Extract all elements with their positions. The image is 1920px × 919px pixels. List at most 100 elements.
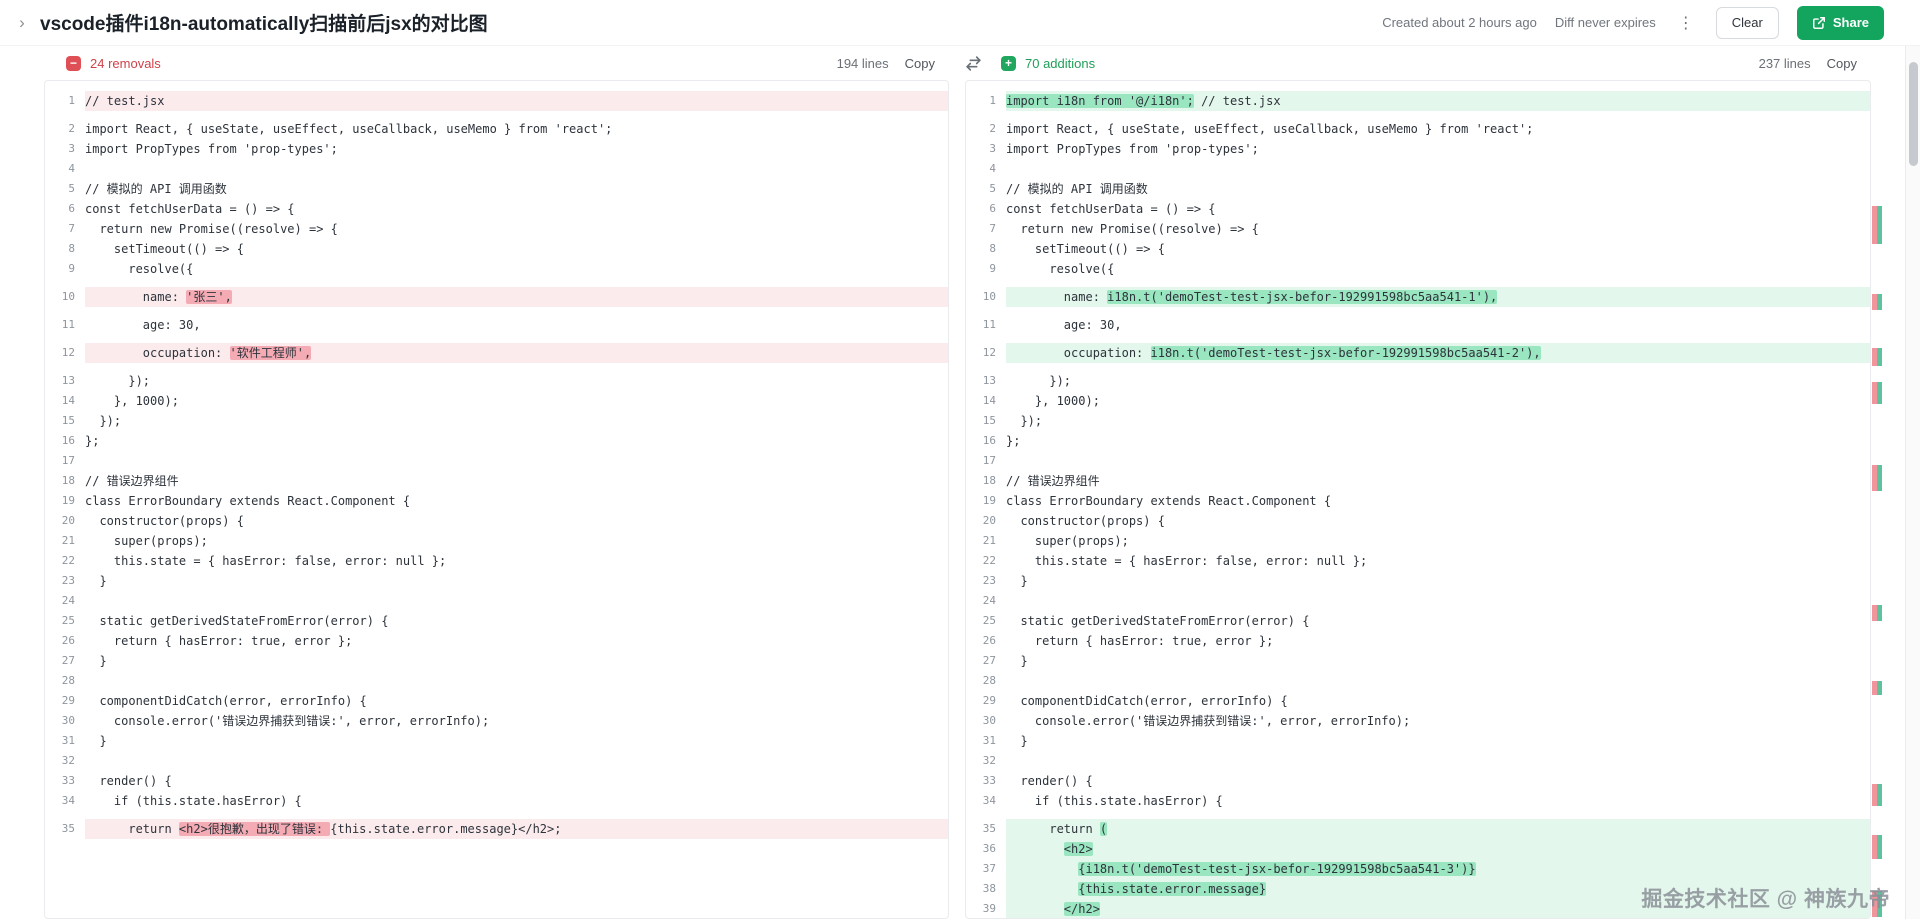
line-content: {i18n.t('demoTest-test-jsx-befor-1929915… — [1006, 859, 1870, 879]
line-number: 15 — [982, 414, 996, 427]
code-line: 28 — [966, 671, 1870, 691]
line-number: 22 — [61, 554, 75, 567]
line-number: 28 — [61, 674, 75, 687]
line-content: return ( — [1006, 819, 1870, 839]
changed-word: <h2> — [1063, 842, 1093, 856]
removals-badge-icon: − — [66, 55, 81, 71]
share-icon — [1812, 16, 1826, 30]
left-copy-button[interactable]: Copy — [905, 56, 935, 71]
share-button[interactable]: Share — [1796, 5, 1884, 40]
line-content: const fetchUserData = () => { — [1006, 202, 1216, 216]
code-line: 2 import React, { useState, useEffect, us… — [45, 119, 948, 139]
changed-word: import i18n from '@/i18n'; — [1006, 94, 1194, 108]
line-number: 2 — [68, 122, 75, 135]
line-content: <h2> — [1006, 839, 1870, 859]
line-number: 6 — [989, 202, 996, 215]
line-number: 14 — [982, 394, 996, 407]
line-number: 13 — [982, 374, 996, 387]
line-content: render() { — [1006, 774, 1093, 788]
line-content — [85, 751, 948, 771]
line-content: } — [85, 574, 107, 588]
code-line: 31 } — [966, 731, 1870, 751]
line-number: 16 — [982, 434, 996, 447]
line-content: import React, { useState, useEffect, use… — [85, 122, 613, 136]
line-content: }); — [1006, 374, 1072, 388]
code-line: 23 } — [45, 571, 948, 591]
line-content — [85, 671, 948, 691]
code-line: 1 import i18n from '@/i18n'; // test.jsx — [966, 91, 1870, 111]
line-content — [85, 159, 948, 179]
line-number: 12 — [61, 346, 75, 359]
code-line: 24 — [966, 591, 1870, 611]
left-code-panel: 1 // test.jsx 2 import React, { useState, u… — [44, 80, 949, 919]
top-header: › vscode插件i18n-automatically扫描前后jsx的对比图 … — [0, 0, 1920, 46]
code-line: 13 }); — [45, 371, 948, 391]
additions-count: 70 additions — [1025, 55, 1096, 71]
code-line: 29 componentDidCatch(error, errorInfo) { — [45, 691, 948, 711]
line-number: 39 — [982, 902, 996, 915]
right-code-panel: 1 import i18n from '@/i18n'; // test.jsx 2… — [965, 80, 1871, 919]
line-number: 14 — [61, 394, 75, 407]
line-content: componentDidCatch(error, errorInfo) { — [85, 694, 367, 708]
line-number: 25 — [982, 614, 996, 627]
line-number: 21 — [982, 534, 996, 547]
line-number: 20 — [982, 514, 996, 527]
line-content: this.state = { hasError: false, error: n… — [1006, 554, 1368, 568]
line-content: const fetchUserData = () => { — [85, 202, 295, 216]
page-title: vscode插件i18n-automatically扫描前后jsx的对比图 — [40, 14, 488, 35]
code-line: 7 return new Promise((resolve) => { — [45, 219, 948, 239]
clear-button[interactable]: Clear — [1715, 6, 1779, 39]
code-line: 20 constructor(props) { — [966, 511, 1870, 531]
line-content: age: 30, — [1006, 318, 1122, 332]
code-line: 2 import React, { useState, useEffect, us… — [966, 119, 1870, 139]
code-line: 7 return new Promise((resolve) => { — [966, 219, 1870, 239]
page-scrollbar[interactable] — [1905, 46, 1920, 919]
line-number: 23 — [982, 574, 996, 587]
right-copy-button[interactable]: Copy — [1827, 56, 1857, 71]
line-number: 28 — [982, 674, 996, 687]
line-content: console.error('错误边界捕获到错误:', error, error… — [1006, 714, 1411, 728]
code-line: 15 }); — [966, 411, 1870, 431]
line-content: }); — [85, 374, 151, 388]
diff-marker — [1872, 382, 1882, 404]
line-number: 12 — [982, 346, 996, 359]
line-content: occupation: '软件工程师', — [85, 343, 948, 363]
left-lines-count: 194 lines — [836, 55, 889, 71]
code-line: 33 render() { — [966, 771, 1870, 791]
line-content: }); — [85, 414, 122, 428]
code-line: 26 return { hasError: true, error }; — [966, 631, 1870, 651]
line-number: 1 — [989, 94, 996, 107]
line-content: if (this.state.hasError) { — [85, 794, 302, 808]
line-content: super(props); — [85, 534, 208, 548]
line-number: 10 — [61, 290, 75, 303]
code-line: 10 name: '张三', — [45, 287, 948, 307]
scrollbar-thumb[interactable] — [1909, 62, 1918, 166]
code-line: 5 // 模拟的 API 调用函数 — [966, 179, 1870, 199]
diff-marker — [1872, 835, 1882, 859]
additions-badge-icon: + — [1001, 55, 1016, 71]
line-content — [1006, 591, 1870, 611]
code-line: 11 age: 30, — [966, 315, 1870, 335]
left-pane-header: − 24 removals 194 lines Copy — [44, 46, 949, 80]
more-options-icon[interactable]: ⋮ — [1674, 13, 1698, 33]
line-number: 9 — [989, 262, 996, 275]
swap-panes-icon[interactable] — [965, 55, 982, 72]
line-number: 20 — [61, 514, 75, 527]
line-content: } — [85, 734, 107, 748]
code-line: 27 } — [966, 651, 1870, 671]
changed-word: </h2> — [1063, 902, 1100, 916]
line-number: 31 — [982, 734, 996, 747]
line-content: // 错误边界组件 — [85, 474, 179, 488]
code-line: 36 <h2> — [966, 839, 1870, 859]
line-number: 17 — [982, 454, 996, 467]
code-line: 6 const fetchUserData = () => { — [45, 199, 948, 219]
line-number: 26 — [982, 634, 996, 647]
collapse-chevron-icon[interactable]: › — [10, 14, 34, 31]
code-line: 10 name: i18n.t('demoTest-test-jsx-befor… — [966, 287, 1870, 307]
line-content: }; — [85, 434, 100, 448]
line-content: } — [1006, 654, 1028, 668]
code-line: 37 {i18n.t('demoTest-test-jsx-befor-1929… — [966, 859, 1870, 879]
line-content: constructor(props) { — [85, 514, 244, 528]
line-number: 33 — [61, 774, 75, 787]
line-content: name: i18n.t('demoTest-test-jsx-befor-19… — [1006, 287, 1870, 307]
